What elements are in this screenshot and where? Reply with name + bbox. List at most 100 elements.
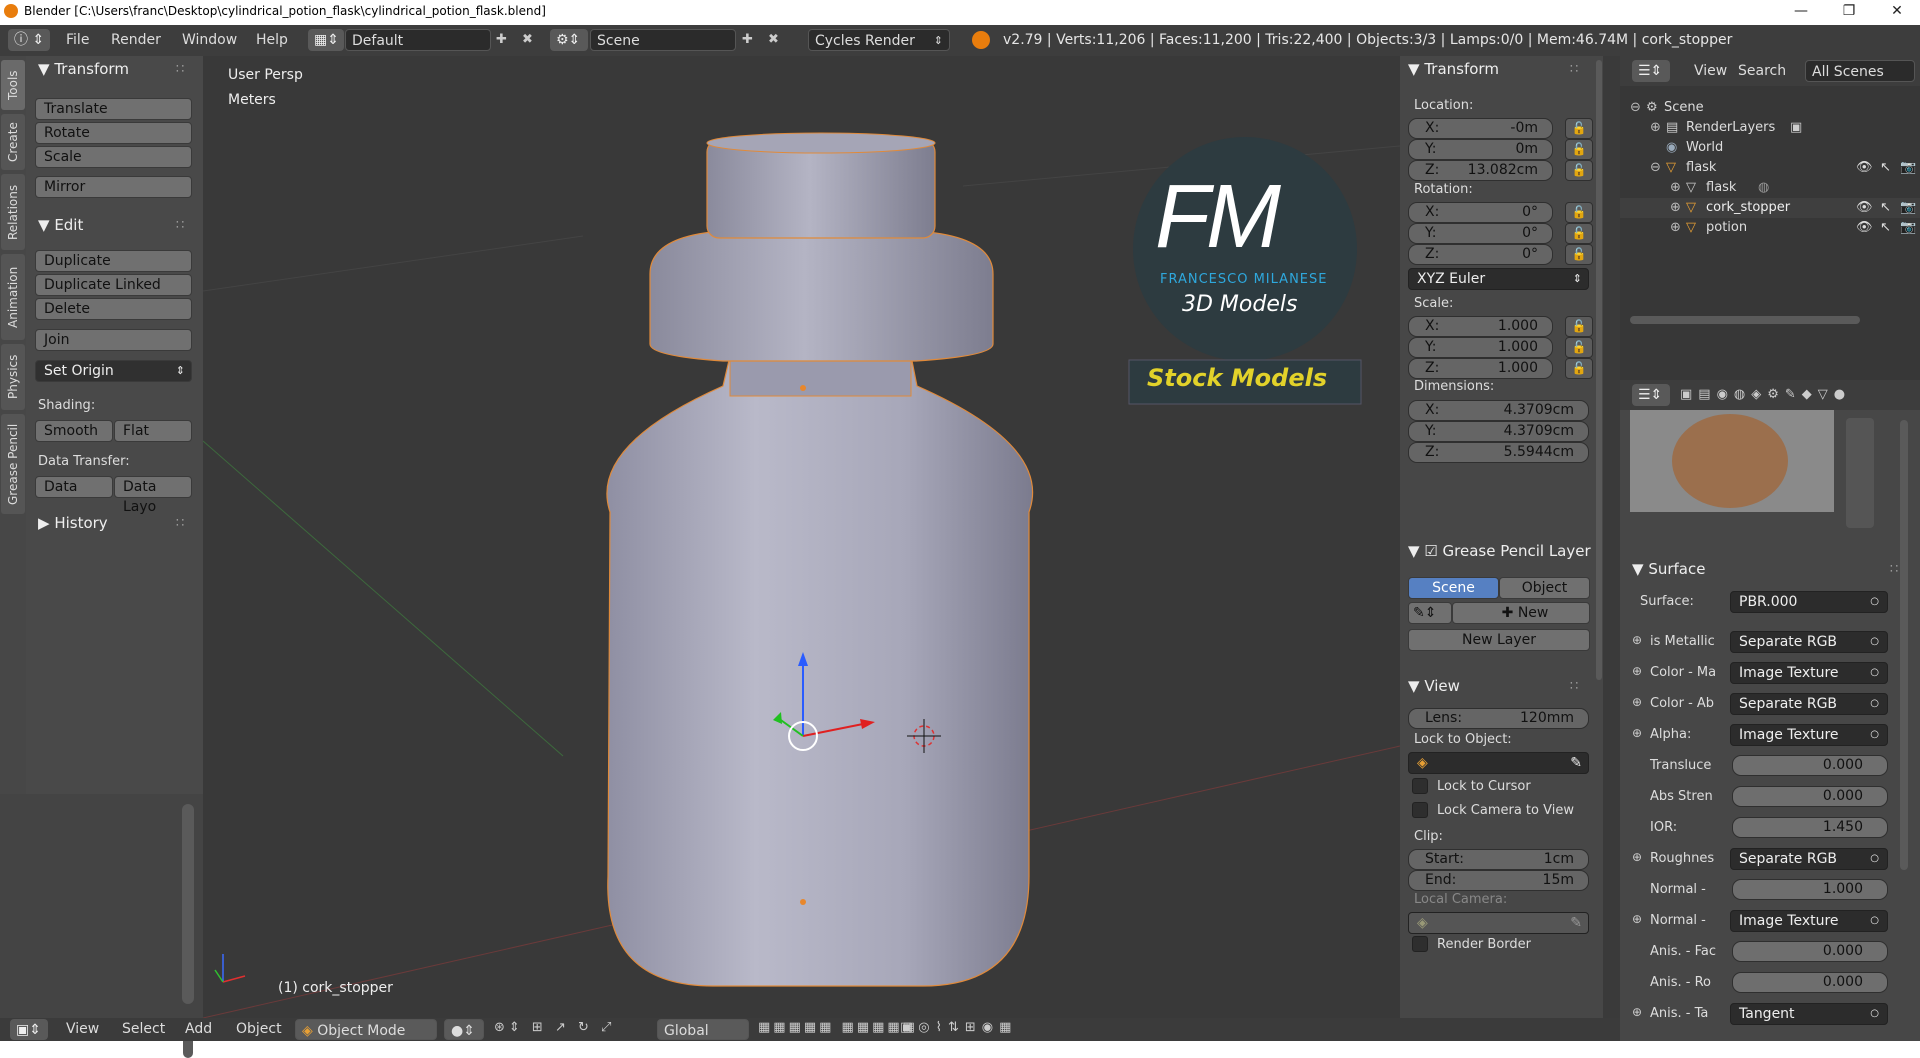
- menu-file[interactable]: File: [66, 32, 89, 48]
- properties-scrollbar[interactable]: [1900, 420, 1908, 870]
- camera-icon[interactable]: 📷: [1900, 158, 1916, 178]
- render-border-checkbox[interactable]: [1412, 936, 1428, 952]
- camera-icon[interactable]: 📷: [1900, 198, 1916, 218]
- scale-button[interactable]: Scale: [35, 146, 192, 168]
- snap-render-icons[interactable]: ▣◎⌇⇅⊞◉▦: [900, 1020, 1017, 1035]
- surface-header[interactable]: ▼ Surface: [1632, 560, 1705, 578]
- input-link-dropdown[interactable]: Separate RGB ○: [1730, 631, 1888, 653]
- input-link-dropdown[interactable]: Image Texture ○: [1730, 910, 1888, 932]
- eyedropper-icon[interactable]: ✎: [1570, 913, 1582, 933]
- data-button[interactable]: Data: [35, 476, 113, 498]
- scale-x-field[interactable]: X: 1.000: [1408, 316, 1553, 337]
- lock-icon[interactable]: 🔓: [1565, 139, 1593, 160]
- toolshelf-scrollbar-lower[interactable]: [182, 804, 194, 1004]
- location-y-field[interactable]: Y: 0m: [1408, 139, 1553, 160]
- input-link-dropdown[interactable]: Image Texture ○: [1730, 662, 1888, 684]
- rotate-button[interactable]: Rotate: [35, 122, 192, 144]
- context-tabs-icons[interactable]: ▣▤◉◍◈⚙✎◆▽●: [1680, 387, 1851, 402]
- add-scene-icon[interactable]: ✚: [742, 32, 753, 47]
- rotation-x-field[interactable]: X: 0°: [1408, 202, 1553, 223]
- expand-icon[interactable]: ⊕: [1632, 633, 1642, 647]
- menu-render[interactable]: Render: [111, 32, 161, 48]
- history-panel-header[interactable]: ▶ History: [38, 514, 108, 532]
- render-engine-dropdown[interactable]: Cycles Render ⇕: [808, 29, 950, 51]
- grip-icon[interactable]: ∷: [1570, 62, 1578, 77]
- preview-shape-buttons[interactable]: [1846, 418, 1874, 528]
- outliner-row-renderlayers[interactable]: ⊕ ▤ RenderLayers ▣: [1620, 118, 1920, 138]
- rotation-mode-dropdown[interactable]: XYZ Euler ⇕: [1408, 268, 1589, 290]
- eye-icon[interactable]: 👁: [1856, 218, 1873, 238]
- grip-icon[interactable]: ∷: [176, 218, 184, 233]
- outliner-filter-dropdown[interactable]: All Scenes: [1805, 60, 1915, 82]
- input-number-field[interactable]: 0.000: [1732, 755, 1888, 776]
- clip-end-field[interactable]: End: 15m: [1408, 870, 1589, 891]
- select-menu[interactable]: Select: [122, 1021, 165, 1037]
- dimension-y-field[interactable]: Y: 4.3709cm: [1408, 421, 1589, 442]
- flat-button[interactable]: Flat: [114, 420, 192, 442]
- delete-button[interactable]: Delete: [35, 298, 192, 320]
- expand-icon[interactable]: ⊕: [1632, 850, 1642, 864]
- view-menu[interactable]: View: [66, 1021, 99, 1037]
- set-origin-dropdown[interactable]: Set Origin ⇕: [35, 360, 192, 382]
- cursor-icon[interactable]: ↖: [1880, 198, 1891, 218]
- join-button[interactable]: Join: [35, 329, 192, 351]
- lock-icon[interactable]: 🔓: [1565, 202, 1593, 223]
- outliner-search-menu[interactable]: Search: [1738, 63, 1786, 79]
- maximize-icon[interactable]: ❐: [1826, 0, 1872, 24]
- expand-icon[interactable]: ⊕: [1632, 912, 1642, 926]
- input-number-field[interactable]: 0.000: [1732, 972, 1888, 993]
- input-link-dropdown[interactable]: Tangent ○: [1730, 1003, 1888, 1025]
- local-camera-field[interactable]: ◈ ✎: [1408, 912, 1589, 934]
- menu-window[interactable]: Window: [182, 32, 237, 48]
- outliner-hscrollbar[interactable]: [1630, 316, 1860, 324]
- cork-stopper-rim[interactable]: [649, 230, 994, 362]
- cork-stopper-top[interactable]: [706, 139, 936, 239]
- data-layout-button[interactable]: Data Layo: [114, 476, 192, 515]
- outliner-editor-type-icon[interactable]: ☰⇕: [1632, 60, 1670, 82]
- scale-z-field[interactable]: Z: 1.000: [1408, 358, 1553, 379]
- add-menu[interactable]: Add: [185, 1021, 212, 1037]
- layer-buttons[interactable]: ▦▦▦▦▦ ▦▦▦▦▦: [758, 1020, 918, 1035]
- 3d-viewport[interactable]: User Persp Meters (1) cork_stopper FM FR…: [203, 56, 1400, 1018]
- expand-icon[interactable]: ⊕: [1632, 1005, 1642, 1019]
- surface-dropdown[interactable]: PBR.000 ○: [1730, 591, 1888, 613]
- new-layer-button[interactable]: New Layer: [1408, 629, 1590, 651]
- layout-dropdown[interactable]: Default: [345, 29, 491, 51]
- eye-icon[interactable]: 👁: [1856, 198, 1873, 218]
- remove-layout-icon[interactable]: ✖: [522, 32, 533, 47]
- expand-icon[interactable]: ⊕: [1632, 695, 1642, 709]
- input-link-dropdown[interactable]: Image Texture ○: [1730, 724, 1888, 746]
- add-layout-icon[interactable]: ✚: [496, 32, 507, 47]
- layout-icon[interactable]: ▦⇕: [308, 29, 344, 51]
- input-number-field[interactable]: 1.000: [1732, 879, 1888, 900]
- mirror-button[interactable]: Mirror: [35, 176, 192, 198]
- tab-physics[interactable]: Physics: [1, 344, 25, 410]
- cursor-icon[interactable]: ↖: [1880, 158, 1891, 178]
- tab-relations[interactable]: Relations: [1, 174, 25, 250]
- gp-new-button[interactable]: ✚ New: [1452, 602, 1590, 624]
- location-z-field[interactable]: Z: 13.082cm: [1408, 160, 1553, 181]
- properties-editor-type-icon[interactable]: ☰⇕: [1632, 384, 1670, 406]
- rotation-z-field[interactable]: Z: 0°: [1408, 244, 1553, 265]
- eye-icon[interactable]: 👁: [1856, 158, 1873, 178]
- close-icon[interactable]: ✕: [1874, 0, 1920, 24]
- translate-button[interactable]: Translate: [35, 98, 192, 120]
- grip-icon[interactable]: ∷: [176, 62, 184, 77]
- input-number-field[interactable]: 0.000: [1732, 786, 1888, 807]
- transform-header[interactable]: ▼ Transform: [1408, 60, 1499, 78]
- lock-icon[interactable]: 🔓: [1565, 118, 1593, 139]
- gp-scene-button[interactable]: Scene: [1408, 577, 1499, 599]
- camera-icon[interactable]: 📷: [1900, 218, 1916, 238]
- grip-icon[interactable]: ∷: [1570, 679, 1578, 694]
- clip-start-field[interactable]: Start: 1cm: [1408, 849, 1589, 870]
- outliner-row-potion[interactable]: ⊕ ▽ potion 👁 ↖ 📷: [1620, 218, 1920, 238]
- outliner-row-world[interactable]: ◉ World: [1620, 138, 1920, 158]
- tab-grease-pencil[interactable]: Grease Pencil: [1, 414, 25, 514]
- outliner-row-scene[interactable]: ⊖ ⚙ Scene: [1620, 98, 1920, 118]
- input-link-dropdown[interactable]: Separate RGB ○: [1730, 693, 1888, 715]
- flask-body[interactable]: [606, 355, 1034, 987]
- outliner-row-flask-mesh[interactable]: ⊕ ▽ flask ◍: [1620, 178, 1920, 198]
- object-menu[interactable]: Object: [236, 1021, 282, 1037]
- lock-icon[interactable]: 🔓: [1565, 316, 1593, 337]
- pencil-icon[interactable]: ✎⇕: [1408, 602, 1452, 624]
